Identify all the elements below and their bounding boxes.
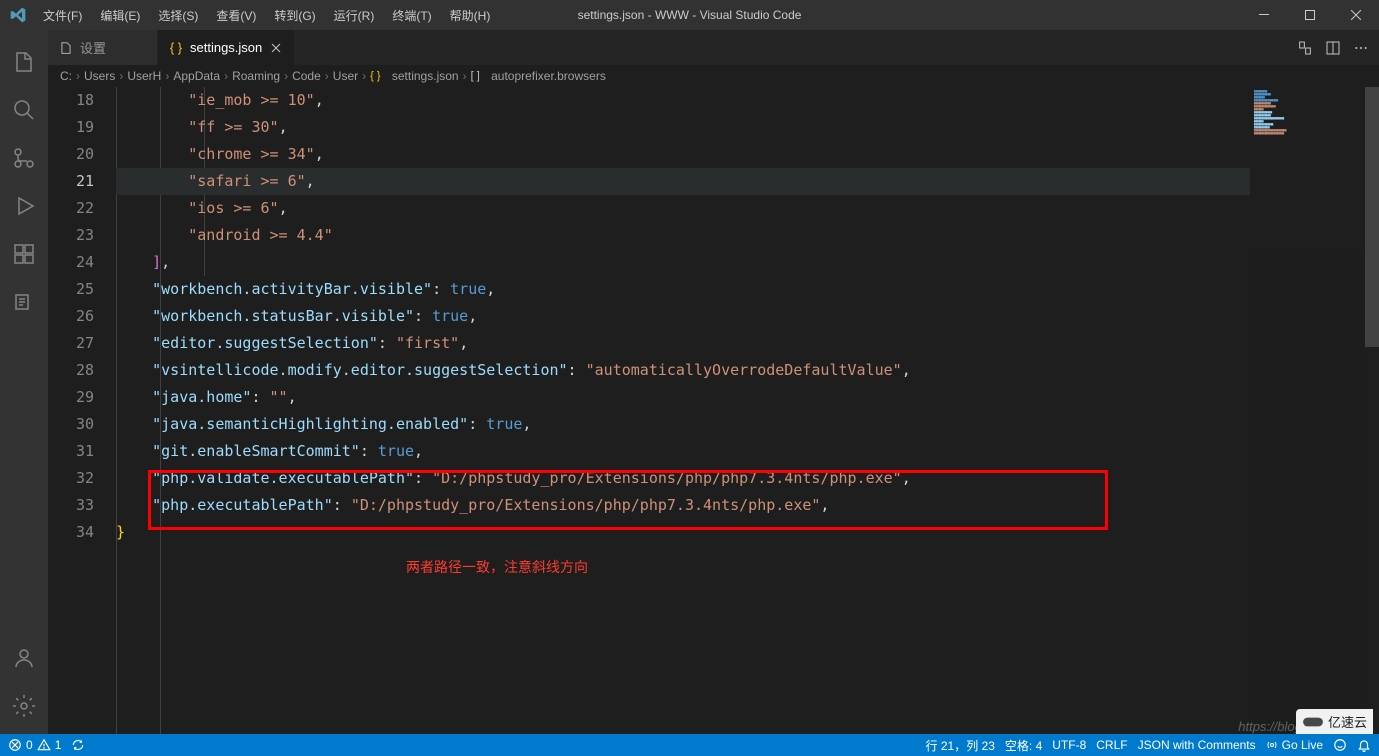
watermark-brand: 亿速云 bbox=[1296, 709, 1373, 734]
tab-settings-ui[interactable]: 设置 bbox=[48, 30, 158, 65]
window-close[interactable] bbox=[1333, 0, 1379, 30]
editor-area: 设置 { } settings.json C:› Users› UserH› A… bbox=[48, 30, 1379, 734]
activity-explorer[interactable] bbox=[0, 38, 48, 86]
status-cursor[interactable]: 行 21，列 23 bbox=[926, 737, 995, 754]
breadcrumb-item: Roaming bbox=[232, 69, 280, 83]
tabs-actions bbox=[1287, 30, 1379, 65]
window-minimize[interactable] bbox=[1241, 0, 1287, 30]
compare-icon[interactable] bbox=[1297, 40, 1313, 56]
activity-account[interactable] bbox=[0, 634, 48, 682]
activity-settings[interactable] bbox=[0, 682, 48, 730]
minimap[interactable]: ████████████████████████████████████████… bbox=[1250, 87, 1365, 734]
status-language[interactable]: JSON with Comments bbox=[1138, 738, 1256, 752]
breadcrumb-item: Code bbox=[292, 69, 321, 83]
breadcrumb-item: C: bbox=[60, 69, 72, 83]
editor-body[interactable]: 1819202122232425262728293031323334 "ie_m… bbox=[48, 87, 1379, 734]
split-editor-icon[interactable] bbox=[1325, 40, 1341, 56]
annotation-text: 两者路径一致，注意斜线方向 bbox=[406, 557, 588, 577]
menu-goto[interactable]: 转到(G) bbox=[266, 3, 323, 28]
json-icon: { } bbox=[168, 40, 184, 56]
status-encoding[interactable]: UTF-8 bbox=[1052, 738, 1086, 752]
status-bell[interactable] bbox=[1357, 738, 1371, 752]
titlebar: 文件(F) 编辑(E) 选择(S) 查看(V) 转到(G) 运行(R) 终端(T… bbox=[0, 0, 1379, 30]
status-problems[interactable]: 0 1 bbox=[8, 738, 61, 752]
activity-bar bbox=[0, 30, 48, 734]
activity-scm[interactable] bbox=[0, 134, 48, 182]
status-golive[interactable]: Go Live bbox=[1266, 738, 1323, 752]
vscode-icon bbox=[0, 7, 35, 23]
menubar: 文件(F) 编辑(E) 选择(S) 查看(V) 转到(G) 运行(R) 终端(T… bbox=[35, 3, 498, 28]
status-eol[interactable]: CRLF bbox=[1096, 738, 1127, 752]
tab-settings-json[interactable]: { } settings.json bbox=[158, 30, 295, 65]
menu-file[interactable]: 文件(F) bbox=[35, 3, 90, 28]
editor-scrollbar[interactable] bbox=[1365, 87, 1379, 734]
breadcrumb-item: { } settings.json bbox=[370, 69, 458, 83]
code-content[interactable]: "ie_mob >= 10", "ff >= 30", "chrome >= 3… bbox=[116, 87, 1379, 734]
window-maximize[interactable] bbox=[1287, 0, 1333, 30]
statusbar: 0 1 行 21，列 23 空格: 4 UTF-8 CRLF JSON with… bbox=[0, 734, 1379, 756]
menu-terminal[interactable]: 终端(T) bbox=[384, 3, 439, 28]
breadcrumb-item: User bbox=[333, 69, 358, 83]
close-icon[interactable] bbox=[268, 40, 284, 56]
breadcrumb-item: UserH bbox=[127, 69, 161, 83]
menu-select[interactable]: 选择(S) bbox=[150, 3, 206, 28]
window-title: settings.json - WWW - Visual Studio Code bbox=[578, 8, 802, 22]
menu-help[interactable]: 帮助(H) bbox=[442, 3, 499, 28]
window-controls bbox=[1241, 0, 1379, 30]
tabs-bar: 设置 { } settings.json bbox=[48, 30, 1379, 65]
more-icon[interactable] bbox=[1353, 40, 1369, 56]
activity-custom[interactable] bbox=[0, 278, 48, 326]
status-sync[interactable] bbox=[71, 738, 85, 752]
tab-label: 设置 bbox=[80, 38, 106, 57]
tab-label: settings.json bbox=[190, 40, 262, 55]
menu-run[interactable]: 运行(R) bbox=[326, 3, 383, 28]
breadcrumb-item: Users bbox=[84, 69, 115, 83]
activity-search[interactable] bbox=[0, 86, 48, 134]
file-icon bbox=[58, 40, 74, 56]
breadcrumb-item: AppData bbox=[173, 69, 220, 83]
status-spaces[interactable]: 空格: 4 bbox=[1005, 737, 1042, 754]
status-feedback[interactable] bbox=[1333, 738, 1347, 752]
activity-extensions[interactable] bbox=[0, 230, 48, 278]
breadcrumb-item: [ ] autoprefixer.browsers bbox=[471, 69, 606, 83]
menu-edit[interactable]: 编辑(E) bbox=[92, 3, 148, 28]
activity-debug[interactable] bbox=[0, 182, 48, 230]
breadcrumbs[interactable]: C:› Users› UserH› AppData› Roaming› Code… bbox=[48, 65, 1379, 87]
line-numbers: 1819202122232425262728293031323334 bbox=[48, 87, 116, 734]
scrollbar-thumb[interactable] bbox=[1365, 87, 1379, 347]
menu-view[interactable]: 查看(V) bbox=[208, 3, 264, 28]
